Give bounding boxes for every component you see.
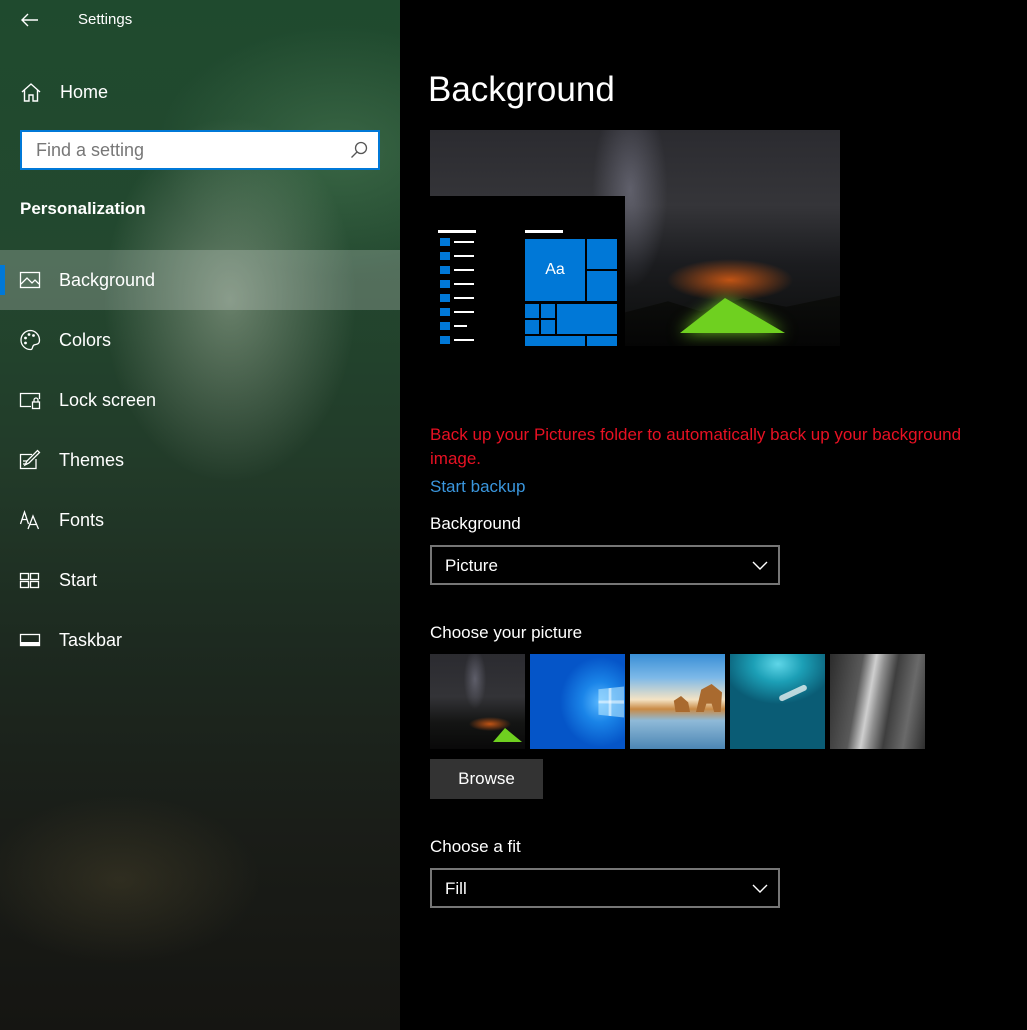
- preview-list-icon: [440, 294, 450, 302]
- preview-mini-window: Aa: [430, 196, 625, 346]
- preview-list-icon: [440, 238, 450, 246]
- preview-tile: [525, 304, 539, 318]
- sidebar-item-label: Taskbar: [59, 630, 123, 650]
- thumb-rock: [673, 696, 690, 712]
- thumb-rock: [696, 684, 722, 712]
- preview-tile: [525, 336, 585, 346]
- background-preview: Aa: [430, 130, 840, 346]
- sidebar: Settings Home Personalization Background…: [0, 0, 400, 1030]
- picture-thumb-windows[interactable]: [530, 654, 625, 749]
- preview-list-icon: [440, 252, 450, 260]
- sidebar-item-label: Lock screen: [59, 390, 157, 410]
- picture-thumb-underwater[interactable]: [730, 654, 825, 749]
- fit-dropdown[interactable]: Fill: [430, 868, 780, 908]
- preview-list-line: [454, 269, 474, 271]
- chevron-down-icon: [752, 561, 768, 570]
- themes-icon: [19, 449, 41, 470]
- preview-list-line: [454, 255, 474, 257]
- sidebar-item-label: Themes: [59, 450, 125, 470]
- page-title: Background: [428, 70, 615, 109]
- preview-list-icon: [440, 336, 450, 344]
- preview-list-line: [454, 311, 474, 313]
- background-dropdown-value: Picture: [445, 556, 498, 575]
- sidebar-item-label: Background: [59, 270, 156, 290]
- preview-list-line: [454, 283, 474, 285]
- sidebar-item-themes[interactable]: Themes: [0, 430, 400, 490]
- background-dropdown[interactable]: Picture: [430, 545, 780, 585]
- fit-dropdown-value: Fill: [445, 879, 467, 898]
- palette-icon: [20, 329, 41, 351]
- preview-list-icon: [440, 280, 450, 288]
- browse-button[interactable]: Browse: [430, 759, 543, 799]
- back-button[interactable]: [14, 6, 46, 34]
- choose-fit-label: Choose a fit: [430, 837, 521, 856]
- preview-tile: [525, 320, 539, 334]
- main-content: Background Aa Back up your Pictures fold…: [400, 0, 1027, 1030]
- preview-list-icon: [440, 266, 450, 274]
- start-icon: [19, 572, 40, 589]
- choose-picture-label: Choose your picture: [430, 623, 583, 642]
- app-title: Settings: [78, 11, 133, 28]
- back-arrow-icon: [21, 13, 38, 27]
- preview-tile: [587, 239, 617, 269]
- picture-thumb-cliff[interactable]: [830, 654, 925, 749]
- search-input[interactable]: [22, 132, 342, 168]
- picture-thumb-beach[interactable]: [630, 654, 725, 749]
- nav-home[interactable]: Home: [0, 72, 400, 112]
- fonts-icon: [19, 509, 40, 530]
- sidebar-item-colors[interactable]: Colors: [0, 310, 400, 370]
- nav-home-label: Home: [60, 82, 109, 102]
- preview-tile-aa: Aa: [525, 239, 585, 301]
- search-box[interactable]: [20, 130, 380, 170]
- start-backup-link[interactable]: Start backup: [430, 477, 525, 497]
- preview-list-icon: [440, 322, 450, 330]
- title-bar: Settings: [0, 0, 400, 40]
- picture-icon: [19, 271, 41, 289]
- preview-tile: [587, 271, 617, 301]
- preview-tiles-header: [525, 230, 563, 233]
- sidebar-item-label: Colors: [59, 330, 112, 350]
- thumb-tent: [493, 728, 522, 742]
- thumb-swimmer: [778, 683, 808, 703]
- preview-tile: [541, 304, 555, 318]
- taskbar-icon: [19, 633, 41, 647]
- search-icon[interactable]: [350, 141, 368, 159]
- windows-logo-icon: [598, 686, 625, 718]
- sidebar-item-taskbar[interactable]: Taskbar: [0, 610, 400, 670]
- preview-tent: [680, 298, 785, 333]
- preview-tile: [557, 304, 617, 334]
- sidebar-item-background[interactable]: Background: [0, 250, 400, 310]
- preview-list-icon: [440, 308, 450, 316]
- preview-list-line: [454, 339, 474, 341]
- picture-thumb-night-sky[interactable]: [430, 654, 525, 749]
- sidebar-item-lock-screen[interactable]: Lock screen: [0, 370, 400, 430]
- sidebar-item-fonts[interactable]: Fonts: [0, 490, 400, 550]
- home-icon: [21, 83, 41, 102]
- preview-list-line: [454, 241, 474, 243]
- preview-list-header: [438, 230, 476, 233]
- background-label: Background: [430, 514, 521, 533]
- sidebar-item-start[interactable]: Start: [0, 550, 400, 610]
- preview-list-line: [454, 297, 474, 299]
- lock-screen-icon: [19, 392, 41, 410]
- sidebar-item-label: Fonts: [59, 510, 105, 530]
- sidebar-item-label: Start: [59, 570, 98, 590]
- chevron-down-icon: [752, 884, 768, 893]
- backup-warning: Back up your Pictures folder to automati…: [430, 425, 962, 468]
- preview-list-line: [454, 325, 467, 327]
- section-header: Personalization: [20, 199, 146, 218]
- preview-tile: [541, 320, 555, 334]
- preview-tile: [587, 336, 617, 346]
